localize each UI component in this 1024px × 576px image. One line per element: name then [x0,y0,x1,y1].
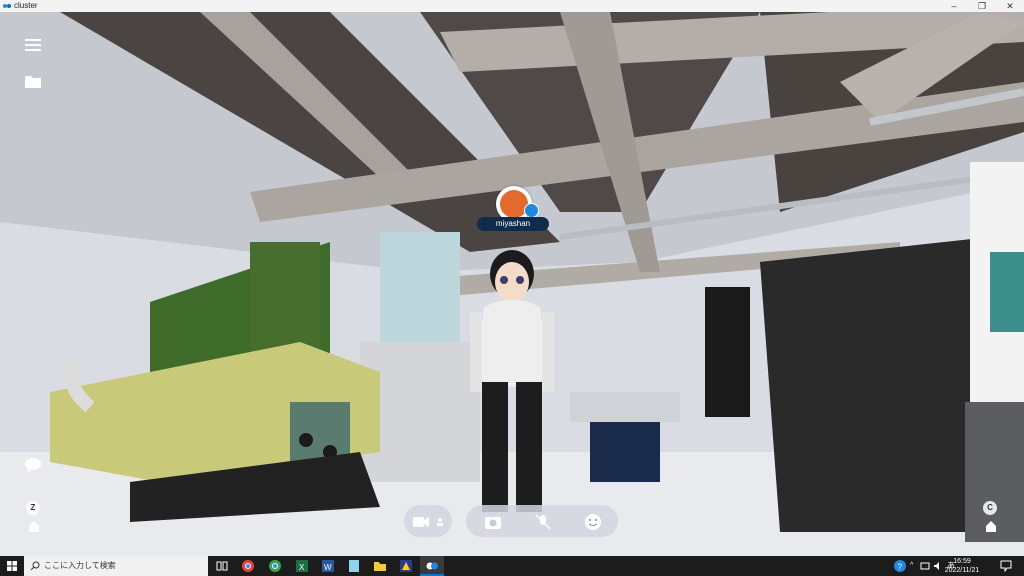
cluster-icon[interactable] [424,558,440,574]
hamburger-menu-icon[interactable] [24,37,42,53]
voice-active-icon [524,203,539,218]
mic-muted-icon[interactable] [532,511,554,533]
virtual-world-viewport[interactable] [0,12,1024,556]
player-nameplate: miyashan [477,217,549,231]
taskbar-clock[interactable]: 16:59 2022/11/21 [942,557,982,575]
hand-icon[interactable] [983,519,999,533]
clock-date: 2022/11/21 [944,567,980,574]
taskbar-search-input[interactable]: ここに入力して検索 [24,556,208,576]
search-placeholder: ここに入力して検索 [44,561,116,570]
svg-text:X: X [299,563,305,572]
chrome-icon[interactable] [267,558,283,574]
network-icon[interactable] [920,561,930,571]
word-icon[interactable]: W [320,558,336,574]
notification-icon[interactable] [1000,560,1012,572]
close-button[interactable]: ✕ [996,0,1024,12]
person-icon [437,518,443,526]
windows-taskbar: ここに入力して検索 X W ? ^ あ 16:59 2022/11/21 [0,556,1024,576]
key-hint-z: Z [26,501,40,515]
camera-icon[interactable] [482,511,504,533]
svg-text:?: ? [898,563,903,572]
notepad-icon[interactable] [346,558,362,574]
emoji-icon[interactable] [582,511,604,533]
search-icon [30,561,40,571]
help-icon[interactable]: ? [893,559,907,573]
key-hint-c: C [983,501,997,515]
emote-hand-icon[interactable] [26,519,42,533]
window-title: cluster [14,1,38,10]
windows-start-icon[interactable] [0,556,24,576]
svg-text:W: W [324,563,332,572]
folder-icon[interactable] [24,73,42,89]
maximize-button[interactable]: ❐ [968,0,996,12]
chat-bubble-icon[interactable] [24,457,42,473]
app-icon[interactable] [398,558,414,574]
file-explorer-icon[interactable] [372,558,388,574]
minimize-button[interactable]: – [940,0,968,12]
chrome-icon[interactable] [240,558,256,574]
cluster-logo-icon [3,4,11,8]
task-view-icon[interactable] [214,558,230,574]
clock-time: 16:59 [953,558,971,565]
video-camera-icon[interactable] [410,511,432,533]
excel-icon[interactable]: X [294,558,310,574]
tray-chevron-icon[interactable]: ^ [910,556,913,576]
